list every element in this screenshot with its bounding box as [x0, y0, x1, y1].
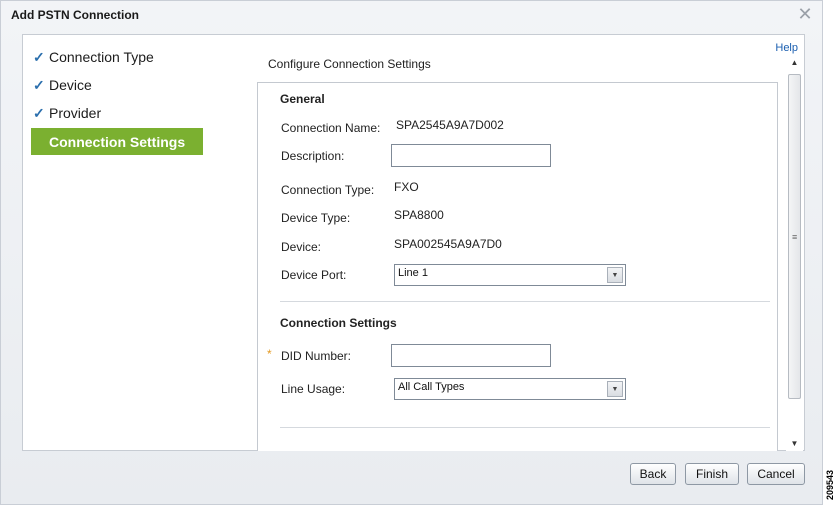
did-number-label: DID Number: [281, 349, 352, 363]
help-link[interactable]: Help [775, 42, 798, 54]
connection-settings-section-title: Connection Settings [280, 316, 397, 330]
connection-name-label: Connection Name: [281, 121, 381, 135]
vertical-scrollbar[interactable]: ▲ ≡ ▼ [786, 55, 803, 451]
figure-code-text: 209543 [825, 469, 835, 500]
checkmark-icon: ✓ [33, 105, 45, 121]
device-port-selected-value: Line 1 [398, 267, 428, 279]
description-label: Description: [281, 149, 345, 163]
scroll-thumb[interactable]: ≡ [788, 74, 801, 399]
line-usage-label: Line Usage: [281, 382, 346, 396]
dialog-title: Add PSTN Connection [11, 8, 139, 22]
device-port-label: Device Port: [281, 268, 347, 282]
connection-type-value: FXO [394, 180, 419, 194]
wizard-steps: ✓ Connection Type ✓ Device ✓ Provider Co… [31, 43, 211, 155]
device-port-select[interactable]: Line 1 ▼ [394, 264, 626, 286]
section-divider [280, 301, 770, 302]
chevron-down-icon[interactable]: ▼ [607, 267, 623, 283]
device-type-label: Device Type: [281, 211, 351, 225]
section-divider [280, 427, 770, 428]
figure-code: 209543 [823, 460, 839, 500]
connection-type-label: Connection Type: [281, 183, 375, 197]
required-marker: * [267, 347, 272, 361]
cancel-button[interactable]: Cancel [747, 463, 805, 485]
scroll-down-arrow-icon[interactable]: ▼ [786, 436, 803, 451]
close-icon[interactable]: ✕ [796, 5, 814, 23]
line-usage-selected-value: All Call Types [398, 381, 465, 393]
wizard-step-connection-type[interactable]: ✓ Connection Type [31, 43, 211, 71]
page-title: Configure Connection Settings [268, 57, 431, 71]
finish-button[interactable]: Finish [685, 463, 739, 485]
scroll-up-arrow-icon[interactable]: ▲ [786, 55, 803, 70]
wizard-step-device[interactable]: ✓ Device [31, 71, 211, 99]
device-label: Device: [281, 240, 322, 254]
back-button[interactable]: Back [630, 463, 676, 485]
description-field[interactable] [391, 144, 551, 167]
chevron-down-icon[interactable]: ▼ [607, 381, 623, 397]
wizard-step-connection-settings[interactable]: Connection Settings [31, 128, 203, 155]
connection-name-value: SPA2545A9A7D002 [396, 118, 504, 132]
wizard-step-label: Device [49, 77, 92, 93]
dialog-titlebar: Add PSTN Connection ✕ [1, 1, 822, 31]
wizard-step-label: Connection Settings [49, 134, 186, 150]
wizard-step-label: Provider [49, 105, 102, 121]
checkmark-icon: ✓ [33, 49, 45, 65]
line-usage-select[interactable]: All Call Types ▼ [394, 378, 626, 400]
general-section-title: General [280, 92, 325, 106]
add-pstn-connection-dialog: Add PSTN Connection ✕ ✓ Connection Type … [0, 0, 823, 505]
device-value: SPA002545A9A7D0 [394, 237, 502, 251]
wizard-step-label: Connection Type [49, 49, 154, 65]
did-number-field[interactable] [391, 344, 551, 367]
dialog-content: ✓ Connection Type ✓ Device ✓ Provider Co… [22, 34, 805, 451]
grip-icon: ≡ [792, 232, 798, 242]
settings-panel: General Connection Name: SPA2545A9A7D002… [257, 82, 778, 451]
device-type-value: SPA8800 [394, 208, 444, 222]
checkmark-icon: ✓ [33, 77, 45, 93]
wizard-step-provider[interactable]: ✓ Provider [31, 99, 211, 127]
